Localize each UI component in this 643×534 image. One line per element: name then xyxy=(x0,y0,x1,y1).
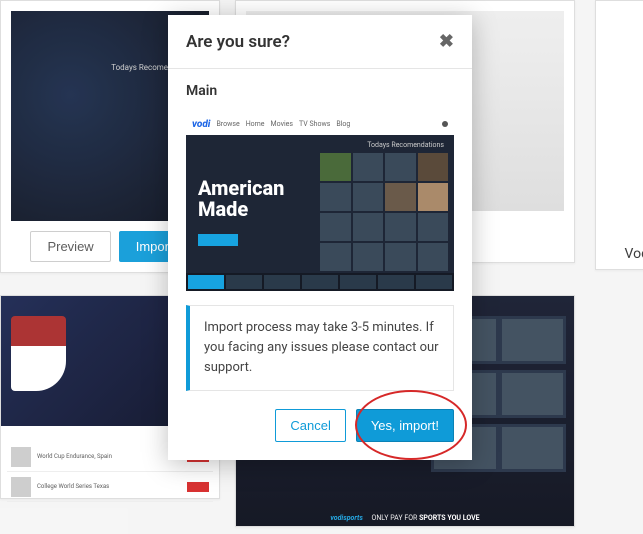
close-icon[interactable]: ✖ xyxy=(439,31,454,52)
modal-body: Main vodi Browse Home Movies TV Shows Bl… xyxy=(168,69,472,409)
reco-heading: Todays Recomendations xyxy=(367,141,444,149)
bottom-strip xyxy=(186,273,454,291)
cancel-button[interactable]: Cancel xyxy=(275,409,345,442)
reco-grid xyxy=(320,153,448,271)
hero-title: American Made xyxy=(198,178,284,220)
yes-import-button[interactable]: Yes, import! xyxy=(356,409,454,442)
modal-header: Are you sure? ✖ xyxy=(168,15,472,69)
hero-area: American Made xyxy=(198,178,284,246)
modal-footer: Cancel Yes, import! xyxy=(168,409,472,460)
modal-title: Are you sure? xyxy=(186,32,290,52)
vodi-logo: vodi xyxy=(192,119,210,130)
demo-preview-image: vodi Browse Home Movies TV Shows Blog To… xyxy=(186,113,454,291)
demo-name-label: Main xyxy=(186,83,454,99)
info-message: Import process may take 3-5 minutes. If … xyxy=(186,305,454,391)
avatar-icon xyxy=(442,121,448,127)
preview-navbar: vodi Browse Home Movies TV Shows Blog xyxy=(186,113,454,135)
watch-button-graphic xyxy=(198,234,238,246)
confirmation-modal: Are you sure? ✖ Main vodi Browse Home Mo… xyxy=(168,15,472,460)
